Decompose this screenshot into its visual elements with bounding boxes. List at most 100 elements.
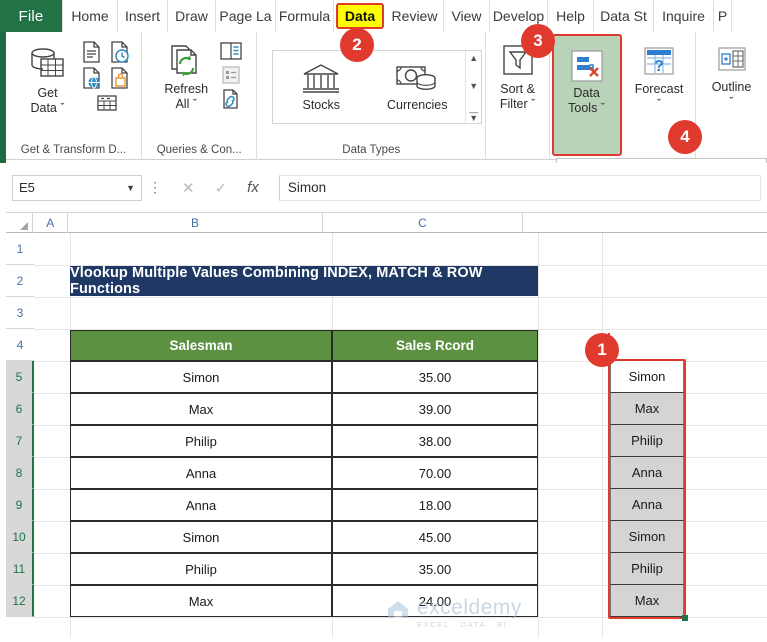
data-type-stocks-label: Stocks xyxy=(302,98,340,112)
row-header-4[interactable]: 4 xyxy=(6,329,34,361)
tab-page-layout-label: Page La xyxy=(219,8,272,24)
data-tools-button[interactable]: Data Tools ˇ xyxy=(551,34,622,156)
table-cell-salesman[interactable]: Max xyxy=(70,393,332,425)
tab-help-label: Help xyxy=(556,8,585,24)
tab-developer-label: Develop xyxy=(492,8,545,24)
formula-bar-expand-handle[interactable]: ⋮ xyxy=(148,179,162,196)
tab-draw[interactable]: Draw xyxy=(168,0,216,32)
outline-label-line1: Outline xyxy=(711,80,752,94)
table-cell-sales[interactable]: 35.00 xyxy=(332,553,538,585)
row-header-5[interactable]: 5 xyxy=(6,361,34,393)
outline-icon xyxy=(712,42,752,80)
column-header-b[interactable]: B xyxy=(68,213,323,233)
forecast-button[interactable]: ? Forecast ˇ xyxy=(624,38,694,112)
column-header-a-label: A xyxy=(46,216,55,230)
row-header-3[interactable]: 3 xyxy=(6,297,34,329)
row-header-6[interactable]: 6 xyxy=(6,393,34,425)
table-header-sales-record: Sales Rcord xyxy=(332,330,538,361)
chevron-down-icon[interactable]: ▼ xyxy=(126,183,135,193)
tab-insert[interactable]: Insert xyxy=(118,0,168,32)
table-cell-value: Simon xyxy=(182,529,220,545)
from-text-csv-icon[interactable] xyxy=(80,40,104,64)
tab-power-pivot[interactable]: P xyxy=(714,0,732,32)
ribbon-group-data-tools: Data Tools ˇ xyxy=(550,32,623,160)
row-header-1[interactable]: 1 xyxy=(6,233,34,265)
table-cell-salesman[interactable]: Simon xyxy=(70,521,332,553)
refresh-all-icon xyxy=(164,42,208,82)
selection-fill-handle[interactable] xyxy=(682,615,688,621)
column-header-d[interactable] xyxy=(523,213,767,233)
refresh-all-button[interactable]: Refresh All ˇ xyxy=(154,38,218,112)
table-cell-salesman[interactable]: Anna xyxy=(70,489,332,521)
tab-file[interactable]: File xyxy=(0,0,62,32)
table-cell-sales[interactable]: 45.00 xyxy=(332,521,538,553)
edit-links-icon[interactable] xyxy=(218,88,244,110)
group-title-queries-connections: Queries & Con... xyxy=(156,144,242,156)
row-header-12[interactable]: 12 xyxy=(6,585,34,617)
tab-review[interactable]: Review xyxy=(386,0,444,32)
data-type-stocks[interactable]: Stocks xyxy=(273,62,369,112)
formula-input[interactable]: Simon xyxy=(278,174,761,201)
fx-icon[interactable]: fx xyxy=(247,179,259,196)
check-icon[interactable]: ✓ xyxy=(215,179,228,197)
row-header-10[interactable]: 10 xyxy=(6,521,34,553)
table-cell-value: Max xyxy=(188,593,214,609)
table-cell-sales[interactable]: 24.00 xyxy=(332,585,538,617)
forecast-icon: ? xyxy=(639,42,679,82)
row-header-11[interactable]: 11 xyxy=(6,553,34,585)
tab-home[interactable]: Home xyxy=(62,0,118,32)
chevron-up-icon[interactable]: ▲ xyxy=(469,53,478,63)
from-web-icon[interactable] xyxy=(80,66,104,90)
callout-3-number: 3 xyxy=(533,31,543,50)
name-box[interactable]: E5 ▼ xyxy=(12,174,142,201)
tab-help[interactable]: Help xyxy=(548,0,594,32)
callout-1: 1 xyxy=(585,333,619,367)
get-data-button[interactable]: Get Data ˇ xyxy=(16,38,80,116)
chevron-down-icon[interactable]: ▼ xyxy=(469,81,478,91)
row-header-2[interactable]: 2 xyxy=(6,265,34,297)
gallery-scrollbar[interactable]: ▲ ▼ — ▼ xyxy=(465,51,481,123)
table-cell-sales[interactable]: 18.00 xyxy=(332,489,538,521)
column-header-a[interactable]: A xyxy=(33,213,69,233)
tab-formulas[interactable]: Formula xyxy=(276,0,334,32)
table-cell-salesman[interactable]: Simon xyxy=(70,361,332,393)
data-type-currencies-label: Currencies xyxy=(387,98,448,112)
selection-highlight-border xyxy=(608,359,686,619)
properties-icon[interactable] xyxy=(218,64,244,86)
row-header-8[interactable]: 8 xyxy=(6,457,34,489)
queries-connections-icon[interactable] xyxy=(218,40,244,62)
row-header-7[interactable]: 7 xyxy=(6,425,34,457)
table-cell-sales[interactable]: 70.00 xyxy=(332,457,538,489)
get-transform-small-buttons xyxy=(80,38,132,114)
table-cell-salesman[interactable]: Philip xyxy=(70,553,332,585)
row-header-7-label: 7 xyxy=(15,433,23,448)
outline-button[interactable]: Outline ˇ xyxy=(697,38,767,110)
table-cell-sales[interactable]: 39.00 xyxy=(332,393,538,425)
from-recent-sources-icon[interactable] xyxy=(108,40,132,64)
tab-view[interactable]: View xyxy=(444,0,490,32)
existing-connections-icon[interactable] xyxy=(95,92,119,114)
table-cell-value: Philip xyxy=(185,433,217,449)
close-icon[interactable]: ✕ xyxy=(182,179,195,197)
tab-data[interactable]: Data xyxy=(336,3,384,29)
table-cell-value: Simon xyxy=(182,369,220,385)
tab-data-streamer[interactable]: Data St xyxy=(594,0,654,32)
tab-draw-label: Draw xyxy=(175,8,208,24)
tab-page-layout[interactable]: Page La xyxy=(216,0,276,32)
table-cell-salesman[interactable]: Max xyxy=(70,585,332,617)
data-type-currencies[interactable]: Currencies xyxy=(369,62,465,112)
table-cell-sales[interactable]: 35.00 xyxy=(332,361,538,393)
table-cell-salesman[interactable]: Anna xyxy=(70,457,332,489)
table-cell-salesman[interactable]: Philip xyxy=(70,425,332,457)
table-cell-sales[interactable]: 38.00 xyxy=(332,425,538,457)
forecast-label-line1: Forecast xyxy=(634,82,684,96)
select-all-corner[interactable] xyxy=(6,213,34,233)
row-header-3-label: 3 xyxy=(16,305,24,320)
row-header-12-label: 12 xyxy=(12,593,26,608)
row-header-9[interactable]: 9 xyxy=(6,489,34,521)
tab-inquire[interactable]: Inquire xyxy=(654,0,714,32)
column-header-c[interactable]: C xyxy=(323,213,524,233)
sort-filter-label-line2: Filter ˇ xyxy=(499,97,536,111)
from-table-range-icon[interactable] xyxy=(108,66,132,90)
gallery-more-icon[interactable]: — ▼ xyxy=(469,108,478,123)
